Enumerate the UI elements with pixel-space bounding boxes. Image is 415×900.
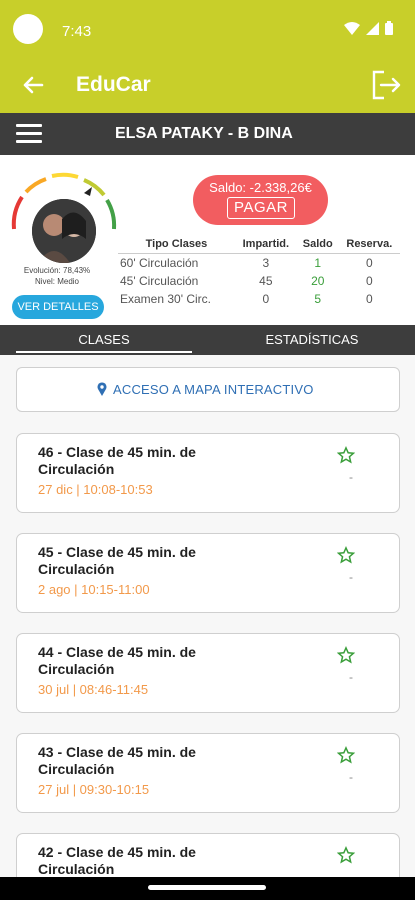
status-bar: 7:43	[0, 0, 415, 58]
map-pin-icon	[97, 382, 107, 396]
avatar	[32, 199, 96, 263]
table-cell: 45	[259, 274, 273, 288]
app-title: EduCar	[76, 73, 151, 96]
class-date: 27 jul | 09:30-10:15	[38, 782, 150, 797]
evolution-text: Evolución: 78,43% Nivel: Medio	[0, 265, 114, 287]
table-cell: 60' Circulación	[120, 256, 199, 270]
star-outline-icon[interactable]	[337, 846, 355, 864]
class-title: 45 - Clase de 45 min. de Circulación	[38, 544, 196, 577]
class-card[interactable]: 45 - Clase de 45 min. de Circulación 2 a…	[16, 533, 400, 613]
gauge-needle	[84, 187, 92, 196]
class-stats-table: Tipo Clases Impartid. Saldo Reserva. 60'…	[118, 235, 400, 308]
evolution-level: Nivel: Medio	[34, 277, 79, 286]
tab-indicator	[16, 351, 192, 353]
table-cell: 0	[365, 256, 373, 270]
back-arrow-icon[interactable]	[18, 70, 48, 100]
class-card[interactable]: 46 - Clase de 45 min. de Circulación 27 …	[16, 433, 400, 513]
table-cell: 0	[365, 274, 373, 288]
table-cell: 3	[262, 256, 270, 270]
class-rating: -	[349, 670, 353, 684]
table-cell: 1	[314, 256, 322, 270]
screen: 7:43 EduCar ELSA PATAKY - B DINA Evoluci…	[0, 0, 415, 900]
table-row: Examen 30' Circ. 0 5 0	[118, 290, 400, 308]
column-header: Impartid.	[234, 235, 297, 254]
app-bar: EduCar	[0, 58, 415, 113]
saldo-amount: Saldo: -2.338,26€	[209, 180, 312, 195]
star-outline-icon[interactable]	[337, 646, 355, 664]
logout-icon[interactable]	[369, 68, 403, 102]
class-card[interactable]: 43 - Clase de 45 min. de Circulación 27 …	[16, 733, 400, 813]
class-title: 46 - Clase de 45 min. de Circulación	[38, 444, 196, 477]
class-date: 27 dic | 10:08-10:53	[38, 482, 153, 497]
wifi-icon	[344, 21, 360, 35]
class-rating: -	[349, 570, 353, 584]
star-outline-icon[interactable]	[337, 746, 355, 764]
class-rating: -	[349, 770, 353, 784]
home-indicator[interactable]	[148, 885, 266, 890]
status-camera-dot	[13, 14, 43, 44]
view-details-button[interactable]: VER DETALLES	[12, 295, 104, 319]
class-title: 42 - Clase de 45 min. de Circulación	[38, 844, 196, 877]
tab-clases[interactable]: CLASES	[16, 332, 192, 347]
table-cell: 20	[311, 274, 325, 288]
hamburger-menu-icon[interactable]	[16, 124, 42, 144]
battery-icon	[385, 21, 393, 35]
star-outline-icon[interactable]	[337, 546, 355, 564]
table-header-row: Tipo Clases Impartid. Saldo Reserva.	[118, 235, 400, 254]
tab-estadisticas[interactable]: ESTADÍSTICAS	[224, 332, 400, 347]
evolution-percent: Evolución: 78,43%	[23, 266, 91, 275]
pay-button[interactable]: PAGAR	[227, 197, 295, 219]
map-access-label: ACCESO A MAPA INTERACTIVO	[113, 382, 314, 397]
classes-list: ACCESO A MAPA INTERACTIVO 46 - Clase de …	[0, 355, 415, 900]
class-card[interactable]: 44 - Clase de 45 min. de Circulación 30 …	[16, 633, 400, 713]
class-rating: -	[349, 470, 353, 484]
saldo-badge: Saldo: -2.338,26€ PAGAR	[193, 175, 328, 225]
table-cell: 0	[365, 292, 373, 306]
tab-bar: CLASES ESTADÍSTICAS	[0, 325, 415, 355]
table-cell: Examen 30' Circ.	[120, 292, 211, 306]
table-row: 60' Circulación 3 1 0	[118, 254, 400, 273]
table-cell: 0	[262, 292, 270, 306]
summary-panel: Evolución: 78,43% Nivel: Medio VER DETAL…	[0, 155, 415, 325]
navigation-bar	[0, 877, 415, 900]
status-time: 7:43	[62, 23, 92, 40]
class-title: 44 - Clase de 45 min. de Circulación	[38, 644, 196, 677]
column-header: Tipo Clases	[118, 235, 235, 254]
table-row: 45' Circulación 45 20 0	[118, 272, 400, 290]
status-icons	[344, 21, 393, 35]
student-bar: ELSA PATAKY - B DINA	[0, 113, 415, 155]
column-header: Reserva.	[338, 235, 400, 254]
class-date: 30 jul | 08:46-11:45	[38, 682, 149, 697]
table-cell: 5	[314, 292, 322, 306]
map-access-button[interactable]: ACCESO A MAPA INTERACTIVO	[16, 367, 400, 412]
student-name: ELSA PATAKY - B DINA	[115, 125, 293, 142]
column-header: Saldo	[296, 235, 339, 254]
class-date: 2 ago | 10:15-11:00	[38, 582, 150, 597]
star-outline-icon[interactable]	[337, 446, 355, 464]
table-cell: 45' Circulación	[120, 274, 199, 288]
class-title: 43 - Clase de 45 min. de Circulación	[38, 744, 196, 777]
signal-icon	[366, 21, 379, 35]
